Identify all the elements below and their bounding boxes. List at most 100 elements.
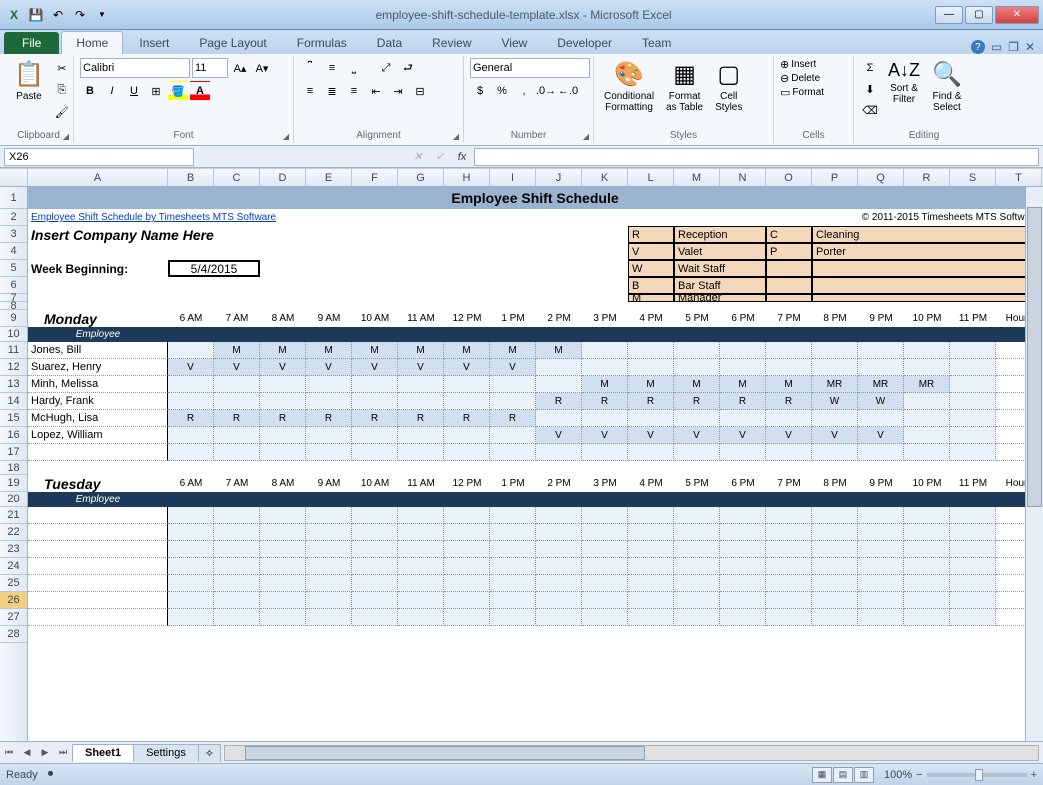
tab-view[interactable]: View	[488, 32, 542, 54]
cell[interactable]	[352, 226, 628, 243]
employee-name[interactable]	[28, 558, 168, 575]
shift-slot[interactable]	[444, 575, 490, 592]
shift-slot[interactable]: R	[490, 410, 536, 427]
time-header[interactable]: 6 PM	[720, 475, 766, 492]
shift-slot[interactable]	[536, 376, 582, 393]
shift-slot[interactable]	[582, 342, 628, 359]
align-middle-icon[interactable]: ≡	[322, 58, 342, 78]
time-header[interactable]: 11 AM	[398, 475, 444, 492]
shift-slot[interactable]	[582, 575, 628, 592]
shift-slot[interactable]	[398, 558, 444, 575]
shift-slot[interactable]	[306, 592, 352, 609]
shift-slot[interactable]	[628, 609, 674, 626]
clipboard-dialog-launcher[interactable]: ◢	[60, 130, 72, 142]
shift-slot[interactable]: M	[444, 342, 490, 359]
shift-slot[interactable]	[490, 444, 536, 461]
shift-slot[interactable]	[904, 609, 950, 626]
shift-slot[interactable]: R	[444, 410, 490, 427]
shift-slot[interactable]	[490, 427, 536, 444]
legend-code2[interactable]	[766, 260, 812, 277]
shift-slot[interactable]	[214, 558, 260, 575]
shift-slot[interactable]	[214, 427, 260, 444]
row-header-21[interactable]: 21	[0, 507, 27, 524]
shift-slot[interactable]	[352, 558, 398, 575]
shift-slot[interactable]	[398, 393, 444, 410]
row-header-12[interactable]: 12	[0, 359, 27, 376]
row-header-9[interactable]: 9	[0, 310, 27, 327]
tab-page-layout[interactable]: Page Layout	[185, 32, 280, 54]
row-header-10[interactable]: 10	[0, 327, 27, 342]
row-header-22[interactable]: 22	[0, 524, 27, 541]
shift-slot[interactable]	[766, 359, 812, 376]
close-button[interactable]: ✕	[995, 6, 1039, 24]
col-header-S[interactable]: S	[950, 169, 996, 186]
shift-slot[interactable]	[352, 507, 398, 524]
row-header-15[interactable]: 15	[0, 410, 27, 427]
shift-slot[interactable]	[260, 609, 306, 626]
shift-slot[interactable]	[398, 575, 444, 592]
find-select-button[interactable]: 🔍Find & Select	[928, 58, 966, 115]
undo-icon[interactable]: ↶	[48, 5, 68, 25]
shift-slot[interactable]: V	[720, 427, 766, 444]
shift-slot[interactable]	[536, 410, 582, 427]
next-sheet-icon[interactable]: ▶	[36, 744, 54, 762]
decrease-indent-icon[interactable]: ⇤	[366, 81, 386, 101]
shift-slot[interactable]	[720, 507, 766, 524]
shift-slot[interactable]: M	[398, 342, 444, 359]
hours-total[interactable]: 0	[996, 575, 1025, 592]
shift-slot[interactable]	[812, 410, 858, 427]
row-header-17[interactable]: 17	[0, 444, 27, 461]
time-header[interactable]: 2 PM	[536, 475, 582, 492]
legend-name[interactable]: Manager	[674, 294, 766, 302]
shift-slot[interactable]	[352, 575, 398, 592]
minimize-button[interactable]: —	[935, 6, 963, 24]
shift-slot[interactable]	[582, 592, 628, 609]
time-header[interactable]: 11 PM	[950, 475, 996, 492]
row-header-14[interactable]: 14	[0, 393, 27, 410]
shift-slot[interactable]	[260, 427, 306, 444]
shift-slot[interactable]	[858, 342, 904, 359]
shift-slot[interactable]: M	[536, 342, 582, 359]
new-sheet-tab[interactable]: ✧	[198, 744, 221, 762]
shift-slot[interactable]	[904, 541, 950, 558]
row-header-3[interactable]: 3	[0, 226, 27, 243]
qat-dropdown-icon[interactable]: ▼	[92, 5, 112, 25]
shift-slot[interactable]	[904, 524, 950, 541]
sort-filter-button[interactable]: A↓ZSort & Filter	[884, 58, 924, 107]
row-header-18[interactable]: 18	[0, 461, 27, 475]
shift-slot[interactable]	[674, 359, 720, 376]
employee-name[interactable]: Suarez, Henry	[28, 359, 168, 376]
shift-slot[interactable]	[398, 609, 444, 626]
shift-slot[interactable]	[720, 575, 766, 592]
shift-slot[interactable]	[628, 507, 674, 524]
shift-slot[interactable]	[536, 359, 582, 376]
border-icon[interactable]: ⊞	[146, 81, 166, 101]
shift-slot[interactable]	[536, 609, 582, 626]
shift-slot[interactable]	[490, 524, 536, 541]
cell[interactable]	[490, 209, 766, 226]
shift-slot[interactable]	[766, 524, 812, 541]
col-header-H[interactable]: H	[444, 169, 490, 186]
shift-slot[interactable]: MR	[904, 376, 950, 393]
shift-slot[interactable]	[536, 541, 582, 558]
legend-code[interactable]: V	[628, 243, 674, 260]
hours-header[interactable]: Hours	[996, 475, 1025, 492]
shift-slot[interactable]	[628, 524, 674, 541]
shift-slot[interactable]	[398, 592, 444, 609]
shift-slot[interactable]	[904, 444, 950, 461]
shift-slot[interactable]	[490, 507, 536, 524]
shift-slot[interactable]	[352, 376, 398, 393]
col-header-C[interactable]: C	[214, 169, 260, 186]
formula-bar[interactable]	[474, 148, 1039, 166]
shift-slot[interactable]	[720, 410, 766, 427]
time-header[interactable]: 7 AM	[214, 310, 260, 327]
shift-slot[interactable]	[168, 444, 214, 461]
increase-decimal-icon[interactable]: .0→	[536, 81, 556, 101]
time-header[interactable]: 8 AM	[260, 310, 306, 327]
col-header-O[interactable]: O	[766, 169, 812, 186]
align-bottom-icon[interactable]: ⎵	[344, 58, 364, 78]
shift-slot[interactable]: V	[214, 359, 260, 376]
day-header[interactable]: Tuesday	[28, 475, 168, 492]
shift-slot[interactable]: V	[536, 427, 582, 444]
shift-slot[interactable]	[306, 376, 352, 393]
